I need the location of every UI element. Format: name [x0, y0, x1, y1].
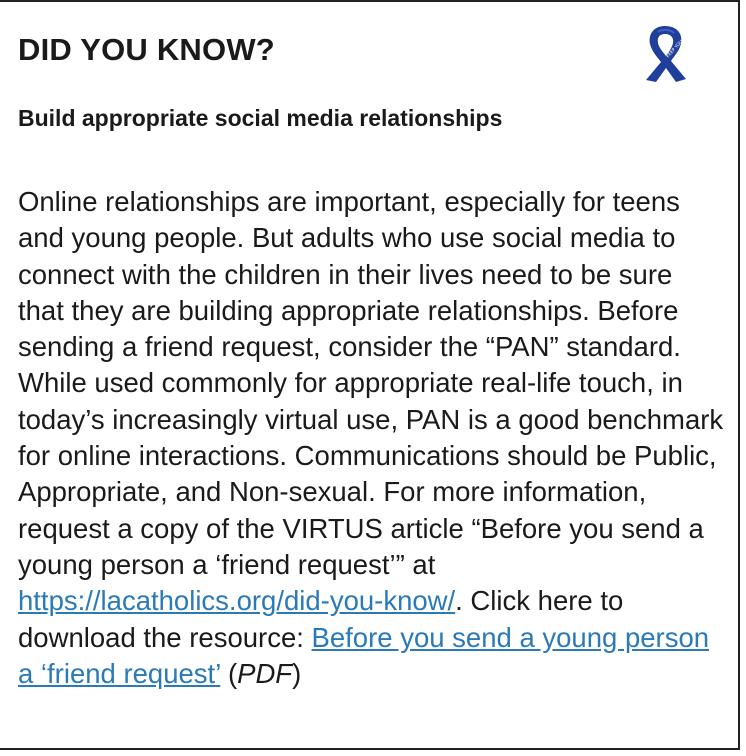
paren-close: ) — [292, 657, 302, 689]
body-paragraph: Online relationships are important, espe… — [18, 184, 724, 692]
subheading: Build appropriate social media relations… — [18, 105, 503, 131]
notice-card: DID YOU KNOW? KEEP YOU SAFE Build approp… — [0, 0, 740, 750]
blue-awareness-ribbon-icon: KEEP YOU SAFE — [646, 26, 693, 82]
body-text: Online relationships are important, espe… — [18, 186, 724, 580]
pdf-label: PDF — [237, 657, 293, 689]
website-link[interactable]: https://lacatholics.org/did-you-know/ — [18, 585, 455, 616]
notice-title: DID YOU KNOW? — [18, 32, 275, 67]
paren-open: ( — [227, 657, 238, 689]
